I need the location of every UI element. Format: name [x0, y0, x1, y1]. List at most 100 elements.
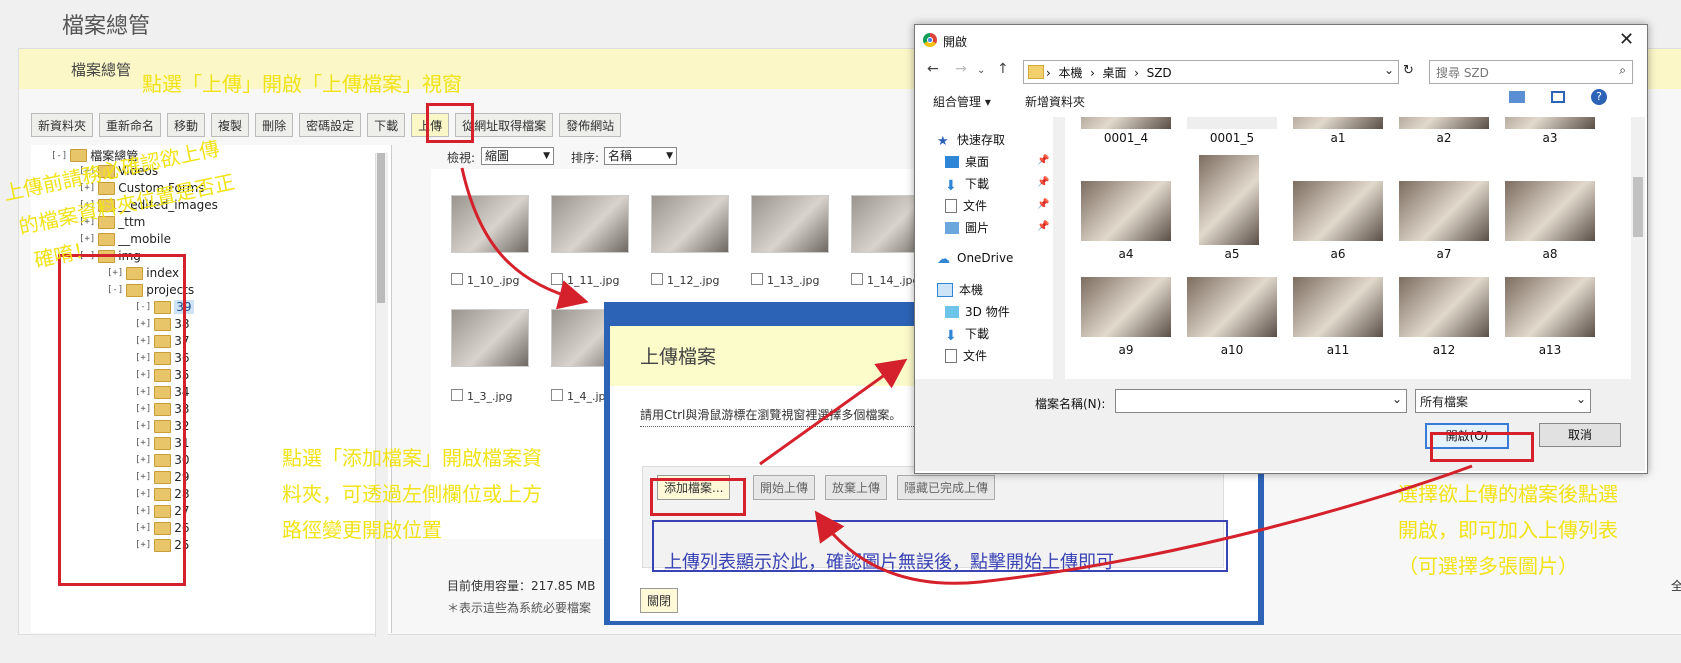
password-button[interactable]: 密碼設定 — [299, 113, 362, 137]
thumbnail[interactable] — [551, 195, 629, 253]
file-name[interactable]: 0001_5 — [1187, 131, 1277, 145]
file-name[interactable]: a10 — [1187, 343, 1277, 357]
search-box[interactable]: 搜尋 SZD ⌕ — [1429, 60, 1633, 84]
thumbnail[interactable] — [451, 195, 529, 253]
file-name[interactable]: a11 — [1293, 343, 1383, 357]
file-thumbnail[interactable] — [1293, 277, 1383, 337]
thumbnail-label[interactable]: 1_11_.jpg — [551, 273, 620, 287]
highlight-folder-tree — [58, 254, 186, 586]
checkbox[interactable] — [451, 389, 463, 401]
hide-completed-button[interactable]: 隱藏已完成上傳 — [897, 475, 996, 500]
sidebar-item-3d-objects[interactable]: 3D 物件 — [945, 303, 1010, 320]
sidebar-item-downloads[interactable]: ⬇ 下載 — [945, 175, 989, 194]
delete-button[interactable]: 刪除 — [255, 113, 294, 137]
file-thumbnail[interactable] — [1399, 181, 1489, 241]
file-thumbnail[interactable] — [1081, 117, 1171, 129]
thumbnail[interactable] — [651, 195, 729, 253]
address-bar[interactable]: › 本機 › 桌面 › SZD ⌄ — [1023, 60, 1399, 84]
file-thumbnail[interactable] — [1199, 155, 1259, 245]
recent-icon[interactable]: ⌄ — [977, 65, 985, 76]
pin-icon[interactable]: 📌 — [1037, 155, 1049, 166]
thumbnail[interactable] — [451, 309, 529, 367]
organize-menu[interactable]: 組合管理 ▾ — [933, 93, 991, 110]
pin-icon[interactable]: 📌 — [1037, 177, 1049, 188]
file-name[interactable]: a1 — [1293, 131, 1383, 145]
checkbox[interactable] — [651, 273, 663, 285]
thumbnail[interactable] — [751, 195, 829, 253]
cancel-button[interactable]: 取消 — [1539, 423, 1621, 447]
thumbnail-label[interactable]: 1_14_.jpg — [851, 273, 920, 287]
sidebar-item-desktop[interactable]: 桌面 — [945, 153, 989, 170]
checkbox[interactable] — [451, 273, 463, 285]
new-folder-button[interactable]: 新資料夾 — [31, 113, 94, 137]
file-name[interactable]: a9 — [1081, 343, 1171, 357]
files-scroll-thumb[interactable] — [1633, 177, 1643, 237]
close-button[interactable]: 關閉 — [640, 588, 679, 613]
chevron-down-icon[interactable]: ⌄ — [1392, 392, 1402, 406]
file-thumbnail[interactable] — [1187, 277, 1277, 337]
thumbnail-label[interactable]: 1_13_.jpg — [751, 273, 820, 287]
chevron-down-icon[interactable]: ⌄ — [1384, 63, 1394, 77]
file-name[interactable]: a8 — [1505, 247, 1595, 261]
sidebar-item-documents[interactable]: 文件 — [945, 197, 987, 214]
file-thumbnail[interactable] — [1505, 117, 1595, 129]
thumbnail-label[interactable]: 1_3_.jpg — [451, 389, 513, 403]
sidebar-item-quick-access[interactable]: ★ 快速存取 — [937, 131, 1005, 149]
forward-icon[interactable]: → — [955, 61, 967, 77]
rename-button[interactable]: 重新命名 — [99, 113, 162, 137]
checkbox[interactable] — [751, 273, 763, 285]
sidebar-item-downloads-pc[interactable]: ⬇ 下載 — [945, 325, 989, 344]
file-name[interactable]: 0001_4 — [1081, 131, 1171, 145]
file-thumbnail[interactable] — [1399, 117, 1489, 129]
thumbnail-label[interactable]: 1_10_.jpg — [451, 273, 520, 287]
filename-input[interactable]: ⌄ — [1115, 389, 1407, 413]
back-icon[interactable]: ← — [927, 61, 939, 77]
refresh-icon[interactable]: ↻ — [1403, 63, 1414, 78]
checkbox[interactable] — [551, 389, 563, 401]
cancel-upload-button[interactable]: 放棄上傳 — [825, 475, 888, 500]
file-thumbnail[interactable] — [1081, 277, 1171, 337]
view-options-icon[interactable] — [1509, 91, 1525, 103]
sidebar-item-pictures[interactable]: 圖片 — [945, 219, 989, 236]
file-name[interactable]: a5 — [1187, 247, 1277, 261]
file-thumbnail[interactable] — [1293, 181, 1383, 241]
path-segment[interactable]: 本機 — [1058, 66, 1082, 80]
file-name[interactable]: a6 — [1293, 247, 1383, 261]
file-name[interactable]: a4 — [1081, 247, 1171, 261]
file-name[interactable]: a12 — [1399, 343, 1489, 357]
files-scrollbar[interactable] — [1631, 117, 1645, 379]
file-name[interactable]: a3 — [1505, 131, 1595, 145]
sidebar-item-onedrive[interactable]: ☁ OneDrive — [937, 251, 1013, 267]
up-icon[interactable]: ↑ — [997, 61, 1009, 77]
file-thumbnail[interactable] — [1081, 181, 1171, 241]
tree-scroll-thumb[interactable] — [377, 153, 385, 303]
publish-button[interactable]: 發佈網站 — [559, 113, 622, 137]
preview-pane-icon[interactable] — [1551, 91, 1565, 103]
help-icon[interactable]: ? — [1591, 89, 1607, 105]
file-thumbnail[interactable] — [1399, 277, 1489, 337]
sidebar-item-this-pc[interactable]: 本機 — [937, 281, 983, 298]
nav-scrollbar[interactable] — [1053, 117, 1065, 379]
filetype-select[interactable]: 所有檔案 ⌄ — [1415, 389, 1591, 413]
checkbox[interactable] — [851, 273, 863, 285]
checkbox[interactable] — [551, 273, 563, 285]
new-folder-command[interactable]: 新增資料夾 — [1025, 93, 1085, 110]
sort-select[interactable]: 名稱 — [604, 147, 677, 165]
pin-icon[interactable]: 📌 — [1037, 199, 1049, 210]
start-upload-button[interactable]: 開始上傳 — [753, 475, 816, 500]
file-name[interactable]: a13 — [1505, 343, 1595, 357]
file-thumbnail[interactable] — [1293, 117, 1383, 129]
pin-icon[interactable]: 📌 — [1037, 221, 1049, 232]
thumbnail-label[interactable]: 1_12_.jpg — [651, 273, 720, 287]
file-thumbnail[interactable] — [1187, 117, 1277, 129]
sidebar-item-documents-pc[interactable]: 文件 — [945, 347, 987, 364]
download-button[interactable]: 下載 — [367, 113, 406, 137]
close-icon[interactable]: ✕ — [1619, 29, 1634, 50]
file-name[interactable]: a2 — [1399, 131, 1489, 145]
file-thumbnail[interactable] — [1505, 277, 1595, 337]
path-segment[interactable]: 桌面 — [1103, 66, 1127, 80]
view-select[interactable]: 縮圖 — [481, 147, 554, 165]
path-segment[interactable]: SZD — [1147, 66, 1172, 80]
file-thumbnail[interactable] — [1505, 181, 1595, 241]
file-name[interactable]: a7 — [1399, 247, 1489, 261]
